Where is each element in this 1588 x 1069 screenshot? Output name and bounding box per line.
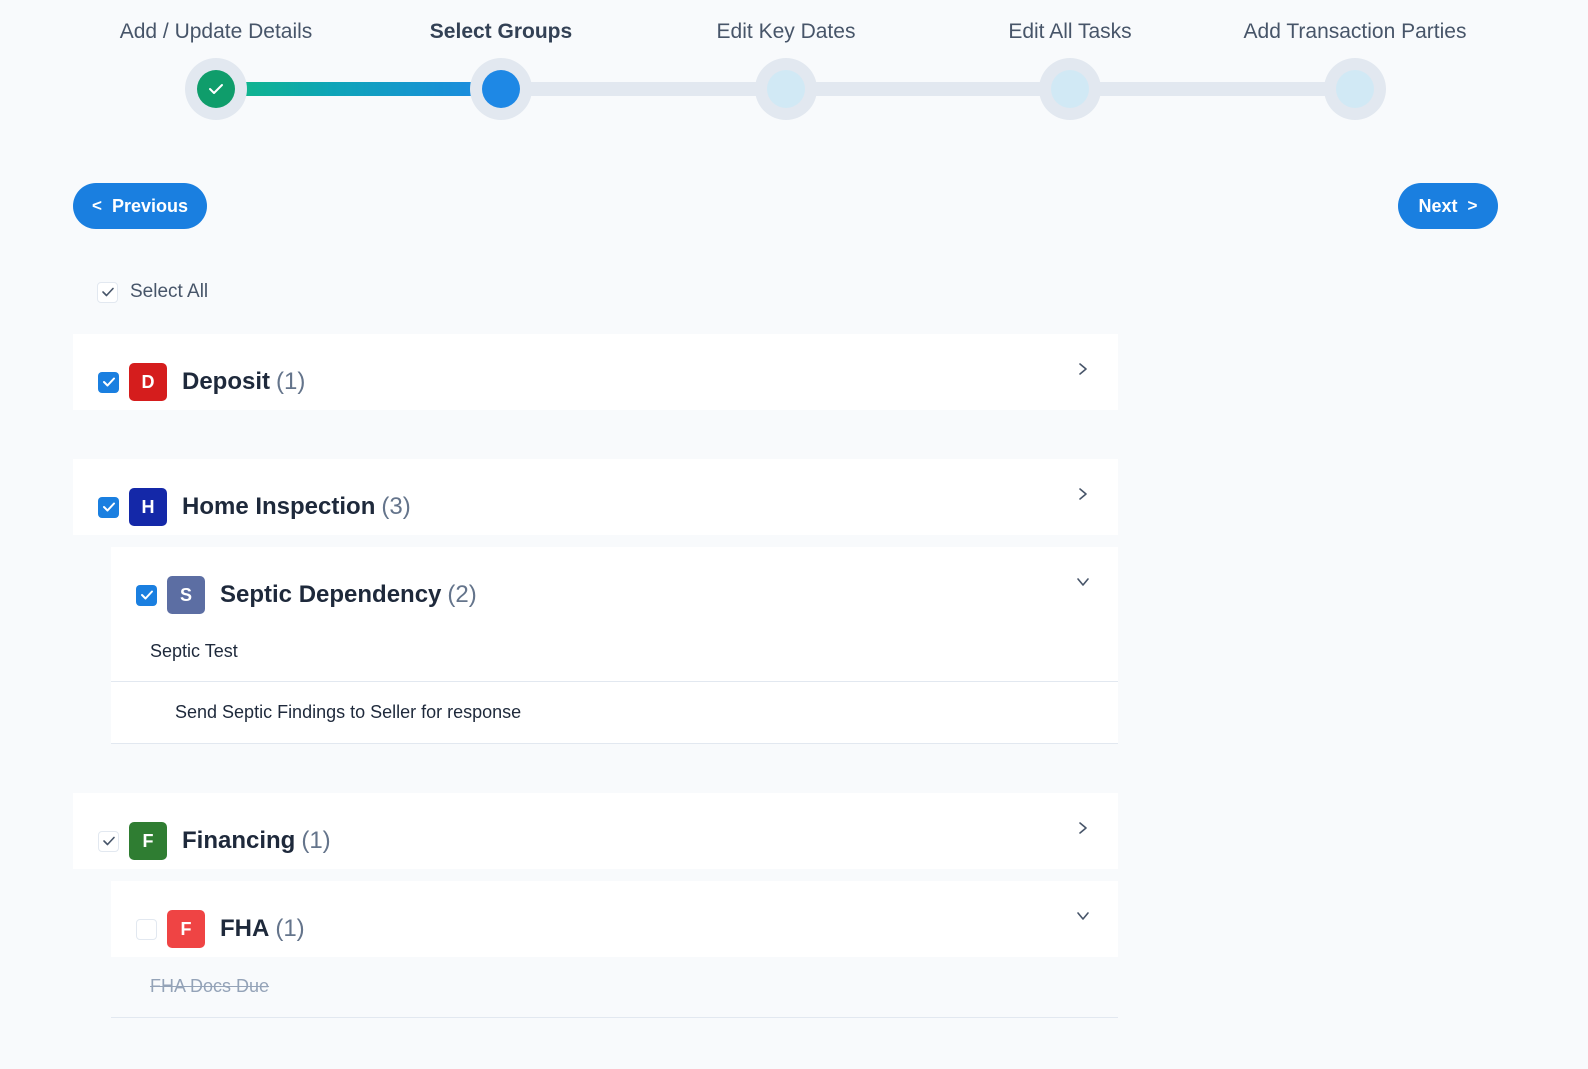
subgroup-fha: F FHA (1) FHA Docs Due [111, 881, 1118, 1018]
select-all-checkbox[interactable] [97, 281, 118, 303]
chevron-down-icon[interactable] [1076, 575, 1090, 589]
chevron-right-icon[interactable] [1076, 821, 1090, 835]
group-deposit-count: (1) [276, 368, 306, 395]
task-divider [111, 1017, 1118, 1018]
step-label-add-update-details[interactable]: Add / Update Details [120, 20, 313, 44]
previous-button[interactable]: < Previous [73, 183, 207, 229]
group-financing-count: (1) [301, 827, 331, 854]
progress-stepper: Add / Update Details Select Groups Edit … [0, 0, 1588, 140]
subgroup-septic-checkbox[interactable] [136, 584, 157, 606]
select-all-label: Select All [130, 281, 209, 302]
group-financing[interactable]: F Financing (1) [73, 793, 1118, 869]
step-label-edit-all-tasks[interactable]: Edit All Tasks [1008, 20, 1131, 44]
subgroup-fha-name: FHA [220, 915, 270, 942]
next-button[interactable]: Next > [1398, 183, 1498, 229]
step-dot-add-transaction-parties[interactable] [1324, 58, 1386, 120]
previous-button-label: Previous [111, 195, 188, 216]
step-label-edit-key-dates[interactable]: Edit Key Dates [717, 20, 856, 44]
step-dot-edit-all-tasks[interactable] [1039, 58, 1101, 120]
step-label-add-transaction-parties[interactable]: Add Transaction Parties [1244, 20, 1467, 44]
task-divider [111, 681, 1118, 682]
chevron-right-icon[interactable] [1076, 362, 1090, 376]
chevron-left-icon: < [92, 196, 102, 215]
group-home-inspection-name: Home Inspection [182, 493, 376, 520]
step-label-select-groups[interactable]: Select Groups [430, 20, 572, 44]
group-home-inspection-checkbox[interactable] [98, 496, 119, 518]
task-send-septic-findings[interactable]: Send Septic Findings to Seller for respo… [111, 702, 1118, 723]
stepper-track-progress [216, 82, 501, 96]
select-all-row[interactable]: Select All [97, 281, 208, 303]
check-icon [101, 287, 114, 297]
subgroup-fha-badge: F [167, 910, 205, 948]
check-icon [102, 836, 115, 846]
task-septic-test[interactable]: Septic Test [111, 641, 1118, 662]
group-deposit-name: Deposit [182, 368, 271, 395]
group-home-inspection-badge: H [129, 488, 167, 526]
group-home-inspection-count: (3) [381, 493, 411, 520]
check-icon [102, 377, 115, 387]
check-icon [102, 502, 115, 512]
subgroup-septic-dependency: S Septic Dependency (2) Septic Test Send… [111, 547, 1118, 744]
group-financing-name: Financing [182, 827, 296, 854]
chevron-right-icon[interactable] [1076, 487, 1090, 501]
subgroup-fha-count: (1) [275, 915, 305, 942]
chevron-down-icon[interactable] [1076, 909, 1090, 923]
step-dot-select-groups[interactable] [470, 58, 532, 120]
chevron-right-icon: > [1467, 196, 1478, 215]
step-dot-add-update-details[interactable] [185, 58, 247, 120]
check-icon [209, 84, 223, 94]
subgroup-septic-count: (2) [447, 581, 477, 608]
subgroup-septic-badge: S [167, 576, 205, 614]
group-deposit-checkbox[interactable] [98, 371, 119, 393]
check-icon [140, 590, 153, 600]
group-deposit-badge: D [129, 363, 167, 401]
group-home-inspection[interactable]: H Home Inspection (3) [73, 459, 1118, 535]
group-financing-badge: F [129, 822, 167, 860]
task-divider [111, 743, 1118, 744]
subgroup-fha-checkbox[interactable] [136, 918, 157, 940]
step-dot-edit-key-dates[interactable] [755, 58, 817, 120]
group-deposit[interactable]: D Deposit (1) [73, 334, 1118, 410]
subgroup-septic-name: Septic Dependency [220, 581, 442, 608]
group-financing-checkbox[interactable] [98, 830, 119, 852]
next-button-label: Next [1418, 195, 1458, 216]
task-fha-docs-due[interactable]: FHA Docs Due [111, 976, 1118, 997]
